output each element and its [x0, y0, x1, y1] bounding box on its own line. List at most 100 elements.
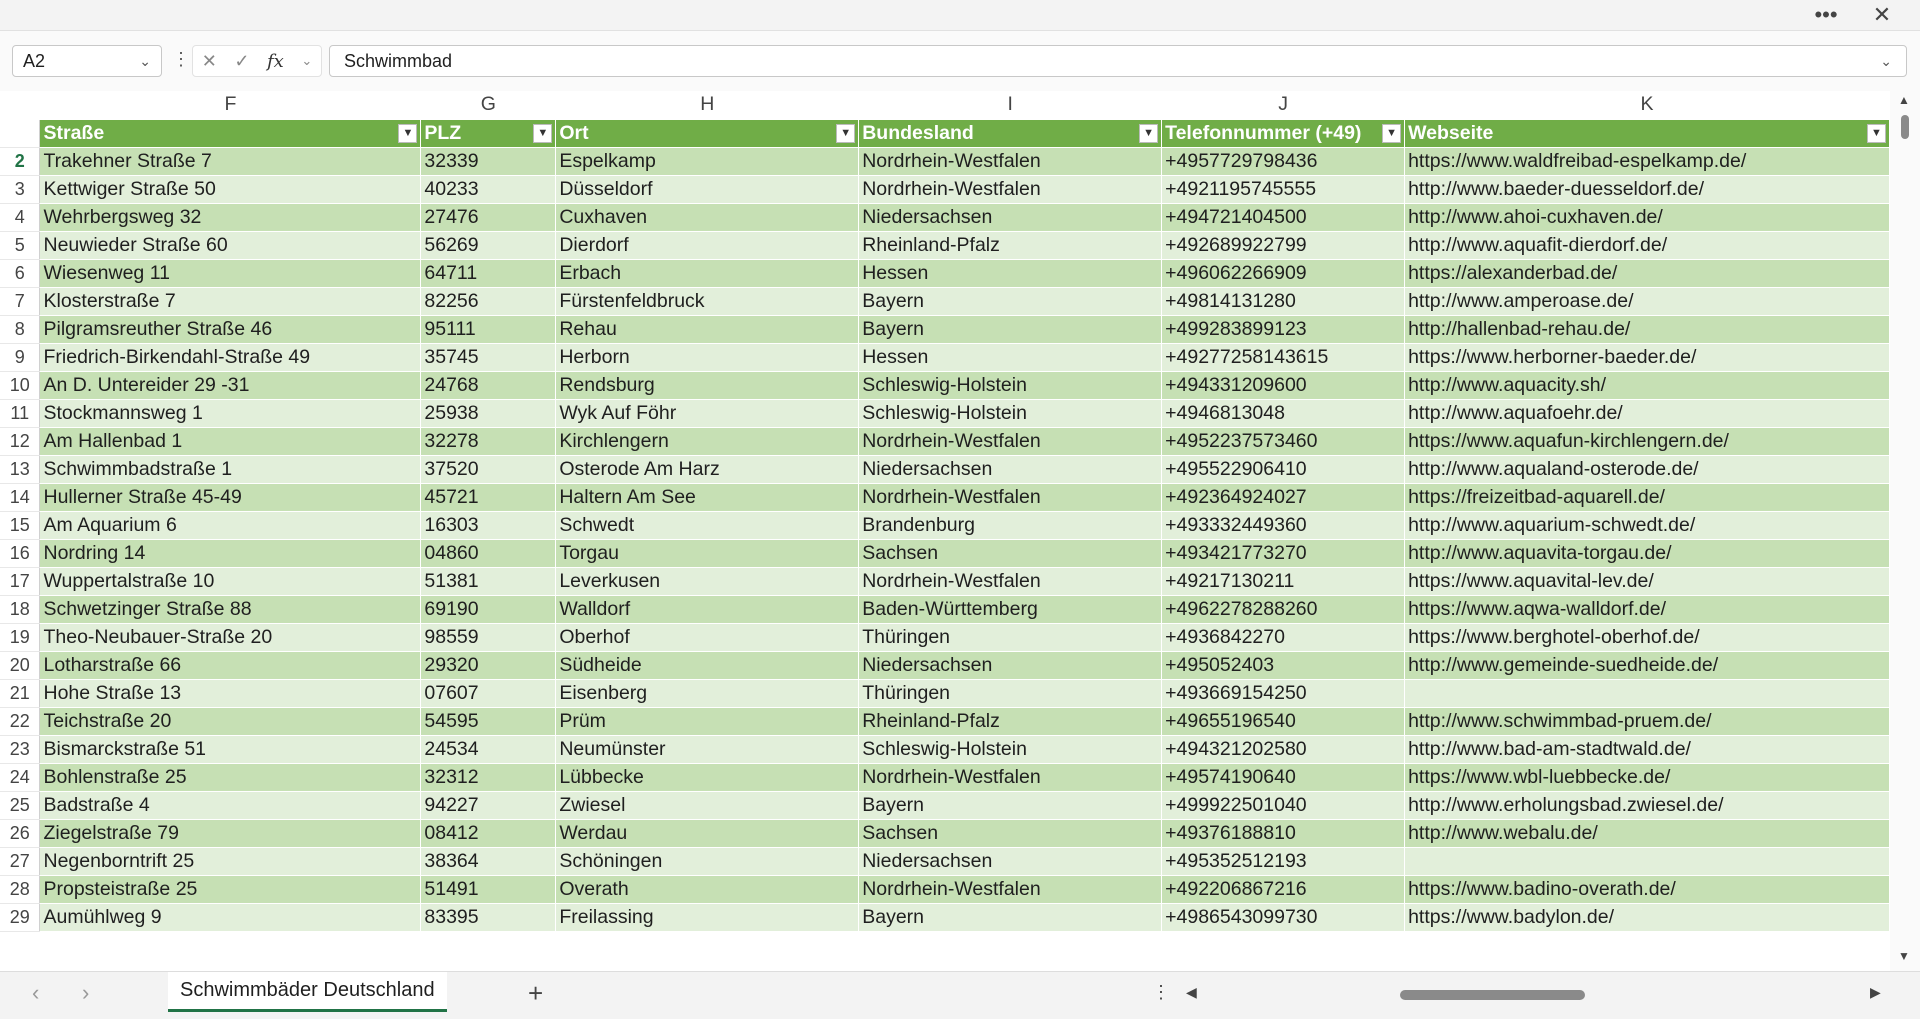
cell[interactable]: http://www.amperoase.de/: [1404, 287, 1890, 316]
cell[interactable]: Erbach: [555, 259, 860, 288]
row-number[interactable]: 15: [0, 511, 41, 540]
cell[interactable]: +49376188810: [1161, 819, 1406, 848]
cell[interactable]: Hohe Straße 13: [39, 679, 422, 708]
cell[interactable]: Bohlenstraße 25: [39, 763, 422, 792]
cell[interactable]: Negenborntrift 25: [39, 847, 422, 876]
cell[interactable]: https://www.herborner-baeder.de/: [1404, 343, 1890, 372]
cell[interactable]: Schwetzinger Straße 88: [39, 595, 422, 624]
horizontal-scroll-thumb[interactable]: [1400, 990, 1585, 1000]
row-number[interactable]: 29: [0, 903, 41, 932]
cell[interactable]: +49814131280: [1161, 287, 1406, 316]
spreadsheet-grid[interactable]: F G H I J K 1 Straße ▼ PLZ ▼ Ort ▼ Bundesla…: [0, 91, 1890, 971]
column-header[interactable]: G: [420, 91, 557, 120]
cell[interactable]: 82256: [420, 287, 557, 316]
cell[interactable]: 27476: [420, 203, 557, 232]
cell[interactable]: 24768: [420, 371, 557, 400]
cell[interactable]: Schleswig-Holstein: [858, 399, 1163, 428]
row-number[interactable]: 26: [0, 819, 41, 848]
cell[interactable]: Schwimmbadstraße 1: [39, 455, 422, 484]
cell[interactable]: http://www.gemeinde-suedheide.de/: [1404, 651, 1890, 680]
column-header[interactable]: I: [858, 91, 1163, 120]
column-header[interactable]: F: [39, 91, 422, 120]
cell[interactable]: Thüringen: [858, 679, 1163, 708]
filter-dropdown-icon[interactable]: ▼: [1382, 123, 1402, 143]
table-header-cell[interactable]: Straße ▼: [39, 119, 422, 148]
cell[interactable]: +494331209600: [1161, 371, 1406, 400]
cell[interactable]: Badstraße 4: [39, 791, 422, 820]
next-sheet-icon[interactable]: ›: [82, 980, 89, 1006]
cell[interactable]: Nordrhein-Westfalen: [858, 567, 1163, 596]
cell[interactable]: Nordrhein-Westfalen: [858, 763, 1163, 792]
cell[interactable]: +492689922799: [1161, 231, 1406, 260]
column-header[interactable]: J: [1161, 91, 1406, 120]
chevron-down-icon[interactable]: ⌄: [139, 53, 151, 70]
cell[interactable]: 98559: [420, 623, 557, 652]
cell[interactable]: An D. Untereider 29 -31: [39, 371, 422, 400]
cell[interactable]: Friedrich-Birkendahl-Straße 49: [39, 343, 422, 372]
cell[interactable]: https://www.waldfreibad-espelkamp.de/: [1404, 147, 1890, 176]
table-header-cell[interactable]: Ort ▼: [555, 119, 860, 148]
more-options-icon[interactable]: •••: [1806, 0, 1846, 30]
expand-icon[interactable]: ⌄: [1880, 53, 1892, 70]
row-number[interactable]: 14: [0, 483, 41, 512]
cell[interactable]: Osterode Am Harz: [555, 455, 860, 484]
row-number[interactable]: 9: [0, 343, 41, 372]
cell[interactable]: Niedersachsen: [858, 455, 1163, 484]
cell[interactable]: +4952237573460: [1161, 427, 1406, 456]
cell[interactable]: Haltern Am See: [555, 483, 860, 512]
row-number[interactable]: 19: [0, 623, 41, 652]
cell[interactable]: Sachsen: [858, 539, 1163, 568]
table-header-cell[interactable]: Bundesland ▼: [858, 119, 1163, 148]
cell[interactable]: Niedersachsen: [858, 847, 1163, 876]
cell[interactable]: Am Aquarium 6: [39, 511, 422, 540]
scroll-thumb[interactable]: [1901, 115, 1909, 139]
chevron-down-icon[interactable]: ⌄: [301, 53, 312, 69]
cell[interactable]: [1404, 679, 1890, 708]
cell[interactable]: Pilgramsreuther Straße 46: [39, 315, 422, 344]
cell[interactable]: Bayern: [858, 287, 1163, 316]
cell[interactable]: +4921195745555: [1161, 175, 1406, 204]
cell[interactable]: Wyk Auf Föhr: [555, 399, 860, 428]
cell[interactable]: Werdau: [555, 819, 860, 848]
cell[interactable]: Nordrhein-Westfalen: [858, 175, 1163, 204]
cell[interactable]: +4962278288260: [1161, 595, 1406, 624]
filter-dropdown-icon[interactable]: ▼: [398, 123, 418, 143]
cell[interactable]: Klosterstraße 7: [39, 287, 422, 316]
cell[interactable]: 32278: [420, 427, 557, 456]
cell[interactable]: Neumünster: [555, 735, 860, 764]
cell[interactable]: Bayern: [858, 315, 1163, 344]
cell[interactable]: Zwiesel: [555, 791, 860, 820]
cell[interactable]: http://www.bad-am-stadtwald.de/: [1404, 735, 1890, 764]
cell[interactable]: +492364924027: [1161, 483, 1406, 512]
cell[interactable]: +492206867216: [1161, 875, 1406, 904]
cell[interactable]: Südheide: [555, 651, 860, 680]
cell[interactable]: +49655196540: [1161, 707, 1406, 736]
cell[interactable]: +495052403: [1161, 651, 1406, 680]
row-number[interactable]: 17: [0, 567, 41, 596]
cell[interactable]: Hullerner Straße 45-49: [39, 483, 422, 512]
filter-dropdown-icon[interactable]: ▼: [836, 123, 856, 143]
row-number[interactable]: 3: [0, 175, 41, 204]
column-header[interactable]: K: [1404, 91, 1890, 120]
cell[interactable]: +4986543099730: [1161, 903, 1406, 932]
cell[interactable]: Propsteistraße 25: [39, 875, 422, 904]
more-vertical-icon[interactable]: ⋮: [1152, 982, 1170, 1003]
cell[interactable]: Nordrhein-Westfalen: [858, 427, 1163, 456]
row-number[interactable]: 16: [0, 539, 41, 568]
sheet-tab[interactable]: Schwimmbäder Deutschland: [168, 972, 447, 1012]
cell[interactable]: https://www.badino-overath.de/: [1404, 875, 1890, 904]
cell[interactable]: Düsseldorf: [555, 175, 860, 204]
cell[interactable]: 37520: [420, 455, 557, 484]
cell[interactable]: 25938: [420, 399, 557, 428]
cell[interactable]: http://www.aquarium-schwedt.de/: [1404, 511, 1890, 540]
cell[interactable]: +495352512193: [1161, 847, 1406, 876]
cell[interactable]: http://www.aquacity.sh/: [1404, 371, 1890, 400]
cell[interactable]: +49574190640: [1161, 763, 1406, 792]
cell[interactable]: https://freizeitbad-aquarell.de/: [1404, 483, 1890, 512]
row-number[interactable]: 1: [0, 119, 41, 148]
cell[interactable]: 24534: [420, 735, 557, 764]
cell[interactable]: 69190: [420, 595, 557, 624]
cell[interactable]: 51381: [420, 567, 557, 596]
cell[interactable]: 29320: [420, 651, 557, 680]
cell[interactable]: Aumühlweg 9: [39, 903, 422, 932]
